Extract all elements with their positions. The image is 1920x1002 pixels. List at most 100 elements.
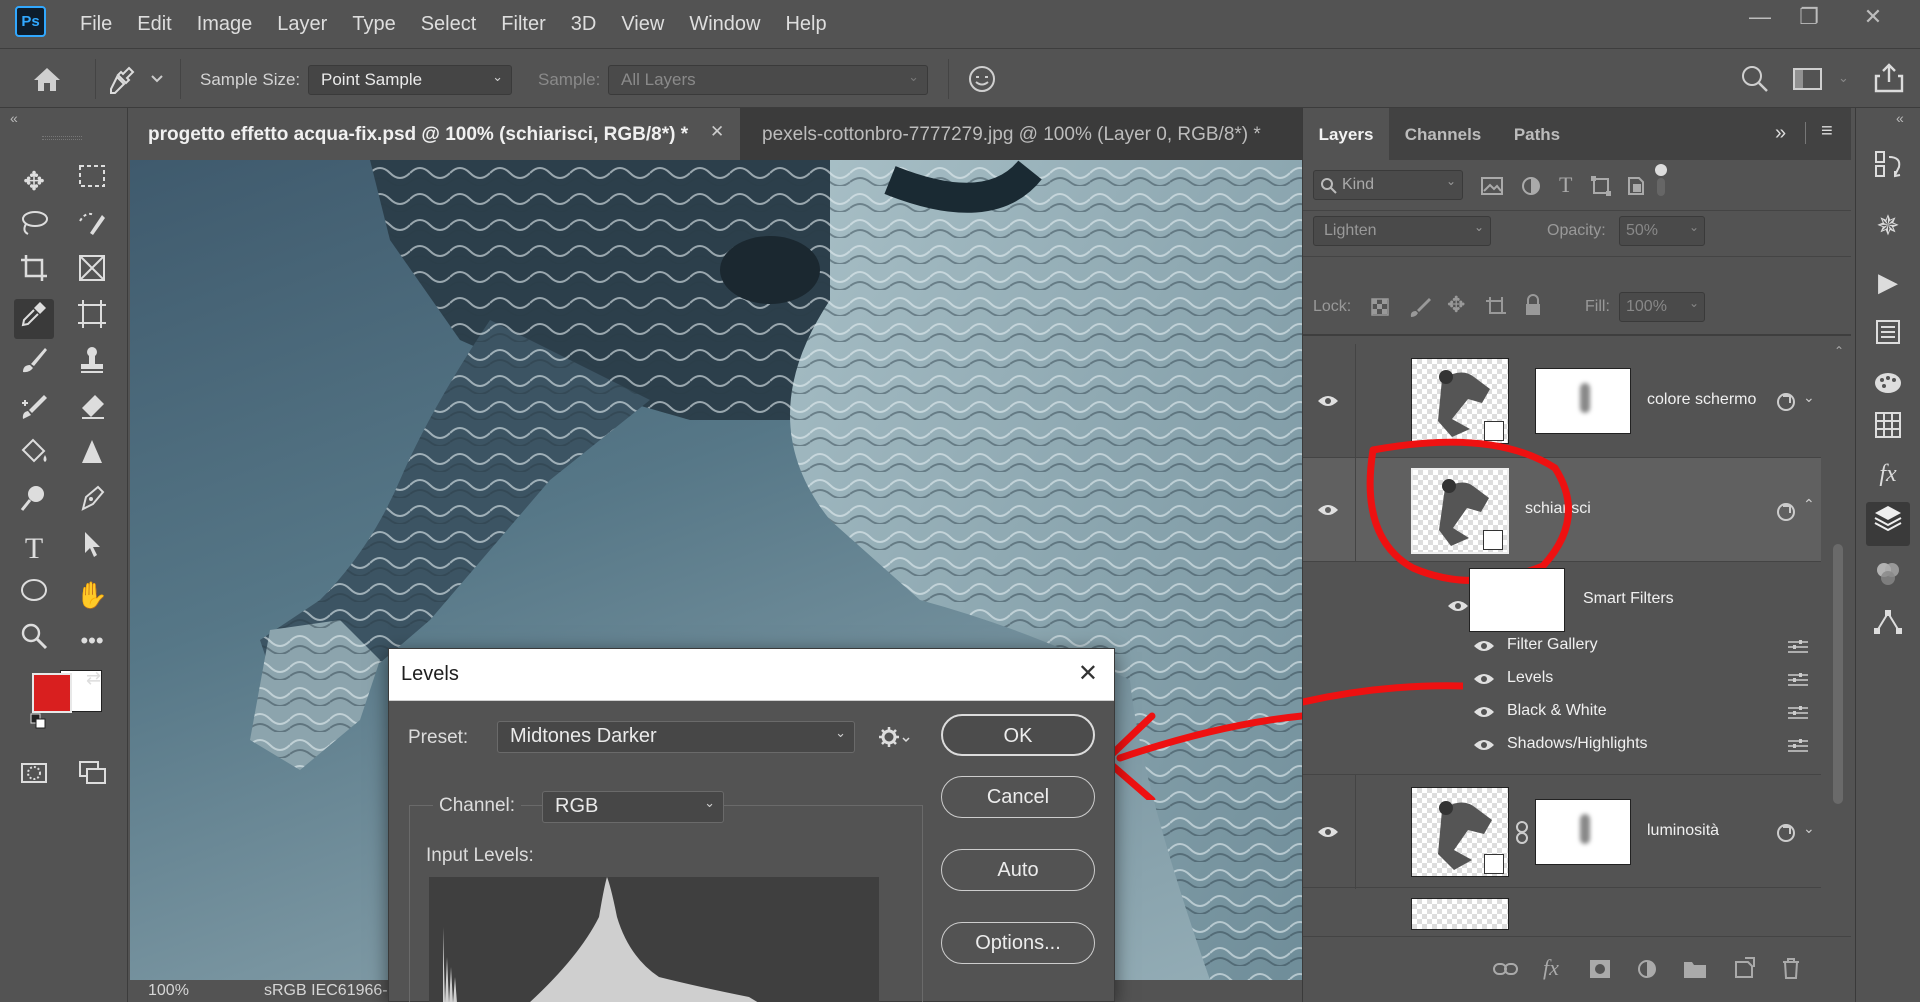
lock-pixels-icon[interactable] [1409, 296, 1431, 318]
layer-mask-thumbnail[interactable] [1535, 368, 1631, 434]
sharpen-icon[interactable] [72, 437, 112, 477]
lock-position-icon[interactable]: ✥ [1447, 292, 1465, 318]
history-icon[interactable] [1866, 148, 1910, 192]
swap-colors-icon[interactable]: ⇄ [86, 668, 101, 689]
tab-paths[interactable]: Paths [1497, 108, 1577, 160]
menu-3d[interactable]: 3D [554, 13, 605, 36]
frame-icon[interactable] [72, 253, 112, 293]
share-icon[interactable] [1873, 62, 1905, 94]
trash-icon[interactable] [1781, 957, 1801, 979]
channels-icon[interactable] [1866, 558, 1910, 602]
sample-select[interactable]: All Layers ⌄ [608, 65, 928, 95]
filter-name[interactable]: Levels [1507, 669, 1553, 687]
new-layer-icon[interactable] [1733, 957, 1755, 979]
menu-select[interactable]: Select [404, 13, 485, 36]
menu-image[interactable]: Image [180, 13, 261, 36]
marquee-icon[interactable] [72, 161, 112, 201]
stamp-icon[interactable] [72, 345, 112, 385]
filter-name[interactable]: Shadows/Highlights [1507, 735, 1648, 753]
filter-name[interactable]: Black & White [1507, 702, 1607, 720]
healing-icon[interactable] [14, 391, 54, 431]
options-button[interactable]: Options... [941, 922, 1095, 964]
chevron-down-icon[interactable]: ⌄ [1803, 389, 1815, 406]
paths-icon[interactable] [1866, 606, 1910, 650]
menu-window[interactable]: Window [672, 13, 768, 36]
chevron-down-icon[interactable] [150, 74, 164, 84]
eyedropper-tool-icon[interactable] [14, 299, 54, 339]
grid-icon[interactable] [1866, 408, 1910, 452]
menu-type[interactable]: Type [335, 13, 403, 36]
styles-fx-icon[interactable]: fx [1866, 452, 1910, 496]
channel-select[interactable]: RGB ⌄ [542, 791, 724, 823]
hand-icon[interactable]: ✋ [72, 575, 112, 615]
layer-name[interactable]: colore schermo [1647, 391, 1756, 409]
eye-icon[interactable] [1317, 825, 1339, 839]
filter-toggle-icon[interactable] [1653, 162, 1669, 198]
cancel-button[interactable]: Cancel [941, 776, 1095, 818]
dialog-titlebar[interactable]: Levels ✕ [389, 649, 1114, 701]
home-icon[interactable] [32, 65, 62, 93]
menu-layer[interactable]: Layer [260, 13, 335, 36]
shape-filter-icon[interactable] [1591, 176, 1611, 196]
filter-name[interactable]: Filter Gallery [1507, 636, 1598, 654]
adjustment-icon[interactable] [1637, 959, 1657, 979]
scrollbar-thumb[interactable] [1833, 544, 1843, 804]
eye-icon[interactable] [1447, 599, 1469, 613]
layers-panel-icon[interactable] [1866, 502, 1910, 546]
close-window-button[interactable]: ✕ [1846, 0, 1900, 36]
link-icon[interactable] [1493, 961, 1519, 977]
panel-grip[interactable] [42, 136, 82, 140]
smart-filter-mask[interactable] [1469, 568, 1565, 632]
menu-edit[interactable]: Edit [120, 13, 179, 36]
artboard-icon[interactable] [72, 299, 112, 339]
filter-options-icon[interactable] [1787, 638, 1809, 656]
link-icon[interactable] [1515, 821, 1529, 845]
close-icon[interactable]: ✕ [1078, 659, 1098, 688]
default-colors-icon[interactable] [30, 713, 46, 729]
menu-view[interactable]: View [604, 13, 672, 36]
panel-menu-icon[interactable]: ≡ [1821, 120, 1833, 143]
swatches-icon[interactable] [1866, 364, 1910, 408]
fx-icon[interactable]: fx [1543, 955, 1559, 981]
more-icon[interactable]: ••• [72, 621, 112, 661]
eye-icon[interactable] [1317, 503, 1339, 517]
tab-pexels-cottonbro[interactable]: pexels-cottonbro-7777279.jpg @ 100% (Lay… [744, 108, 1304, 160]
filter-options-icon[interactable] [1787, 704, 1809, 722]
screen-mode-icon[interactable] [72, 758, 112, 798]
menu-file[interactable]: File [63, 13, 120, 36]
ok-button[interactable]: OK [941, 714, 1095, 756]
zoom-level[interactable]: 100% [148, 982, 189, 1000]
expand-icon[interactable]: » [1775, 122, 1786, 145]
menu-help[interactable]: Help [768, 13, 834, 36]
layer-thumbnail[interactable] [1411, 787, 1509, 877]
type-icon[interactable]: T [14, 529, 54, 569]
restore-button[interactable]: ❐ [1782, 0, 1836, 36]
search-icon[interactable] [1740, 64, 1770, 94]
lock-all-icon[interactable] [1523, 294, 1543, 316]
collapse-left-button[interactable]: « [10, 110, 18, 126]
eraser-icon[interactable] [72, 391, 112, 431]
layers-scrollbar[interactable]: ⌃ ⌄ [1829, 344, 1849, 1002]
zoom-icon[interactable] [14, 621, 54, 661]
close-icon[interactable]: ✕ [710, 122, 724, 142]
quick-mask-icon[interactable] [14, 758, 54, 798]
crop-icon[interactable] [14, 253, 54, 293]
lock-transparent-icon[interactable] [1371, 298, 1389, 316]
eye-icon[interactable] [1473, 738, 1495, 752]
opacity-input[interactable]: 50% ⌄ [1619, 216, 1705, 246]
tab-channels[interactable]: Channels [1389, 108, 1497, 160]
lock-artboard-icon[interactable] [1485, 296, 1507, 318]
move-icon[interactable]: ✥ [14, 161, 54, 201]
ellipse-icon[interactable] [14, 575, 54, 615]
preset-select[interactable]: Midtones Darker ⌄ [497, 721, 855, 753]
layer-mask-thumbnail[interactable] [1535, 799, 1631, 865]
brush-icon[interactable] [14, 345, 54, 385]
tab-layers[interactable]: Layers [1303, 108, 1389, 160]
filter-options-icon[interactable] [1787, 737, 1809, 755]
foreground-color-swatch[interactable] [32, 673, 72, 713]
adjustment-filter-icon[interactable] [1521, 176, 1541, 196]
blend-mode-select[interactable]: Lighten ⌄ [1313, 216, 1491, 246]
properties-icon[interactable] [1866, 316, 1910, 360]
smart-object-link-icon[interactable] [1775, 501, 1797, 523]
eye-icon[interactable] [1473, 705, 1495, 719]
